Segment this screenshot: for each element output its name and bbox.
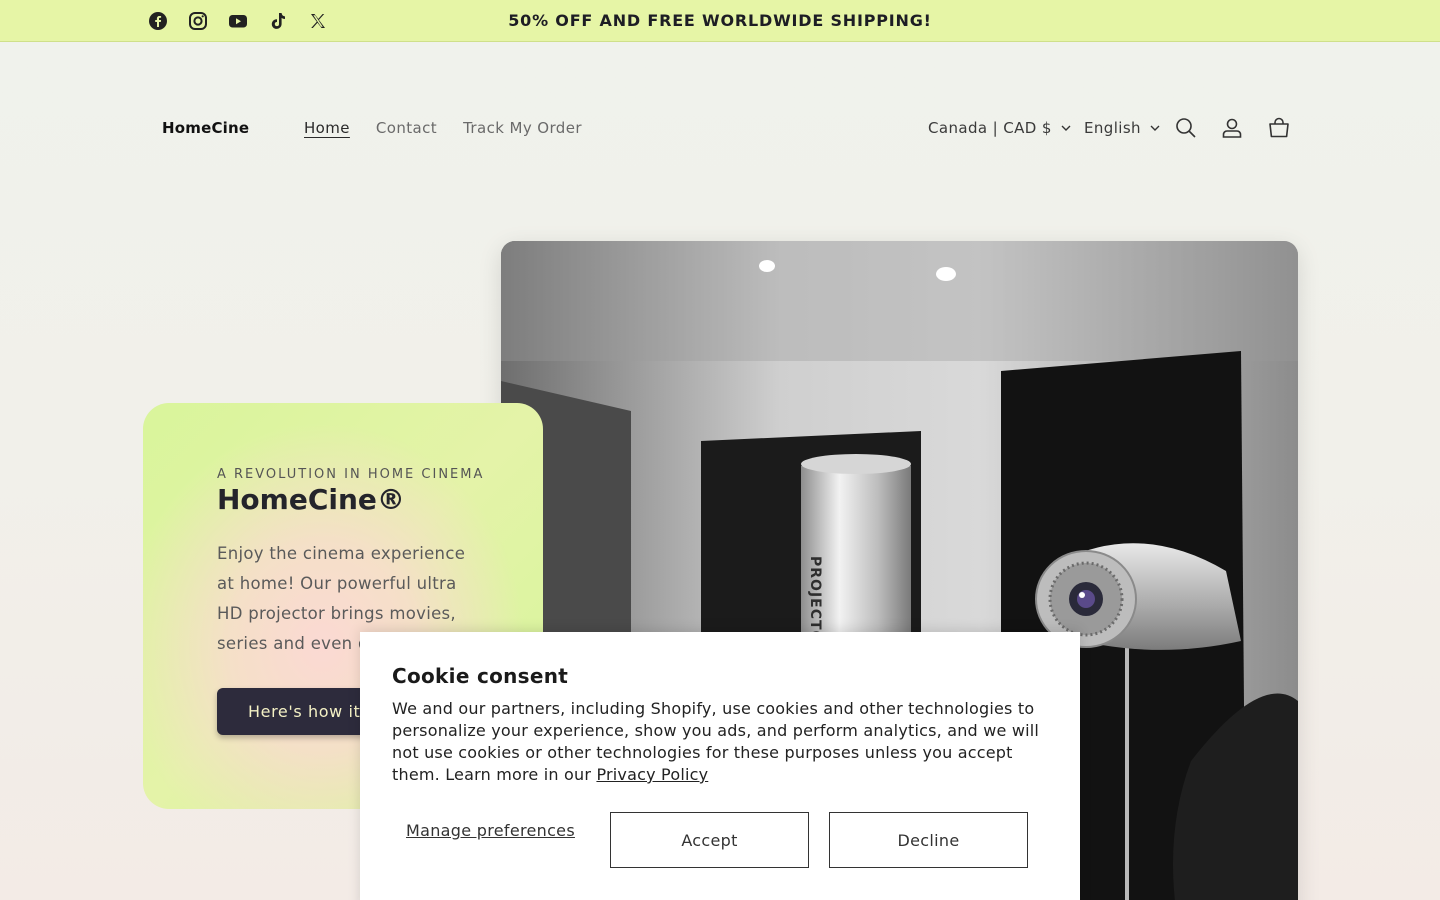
account-icon[interactable] <box>1218 114 1246 142</box>
nav-contact[interactable]: Contact <box>376 119 437 137</box>
hero-title: HomeCine® <box>217 483 405 516</box>
nav-home[interactable]: Home <box>304 119 350 137</box>
cookie-body: We and our partners, including Shopify, … <box>392 698 1052 786</box>
country-selector-label: Canada | CAD $ <box>928 119 1052 137</box>
language-selector-label: English <box>1084 119 1141 137</box>
search-icon[interactable] <box>1172 114 1200 142</box>
announcement-text: 50% OFF AND FREE WORLDWIDE SHIPPING! <box>508 11 932 30</box>
manage-preferences-link[interactable]: Manage preferences <box>392 821 589 841</box>
chevron-down-icon <box>1150 125 1160 131</box>
cookie-consent-dialog: Cookie consent We and our partners, incl… <box>360 632 1080 900</box>
accept-button[interactable]: Accept <box>610 812 809 868</box>
hero-eyebrow: A REVOLUTION IN HOME CINEMA <box>217 467 485 482</box>
main-nav: Home Contact Track My Order <box>304 119 582 137</box>
announcement-bar: 50% OFF AND FREE WORLDWIDE SHIPPING! <box>0 0 1440 42</box>
country-selector[interactable]: Canada | CAD $ <box>928 119 1072 137</box>
language-selector[interactable]: English <box>1084 119 1161 137</box>
nav-track-order[interactable]: Track My Order <box>463 119 582 137</box>
decline-button[interactable]: Decline <box>829 812 1028 868</box>
cookie-title: Cookie consent <box>392 664 569 688</box>
chevron-down-icon <box>1061 125 1071 131</box>
cookie-body-text: We and our partners, including Shopify, … <box>392 699 1040 784</box>
privacy-policy-link[interactable]: Privacy Policy <box>596 765 708 784</box>
cart-icon[interactable] <box>1265 114 1293 142</box>
site-logo[interactable]: HomeCine <box>162 119 249 137</box>
